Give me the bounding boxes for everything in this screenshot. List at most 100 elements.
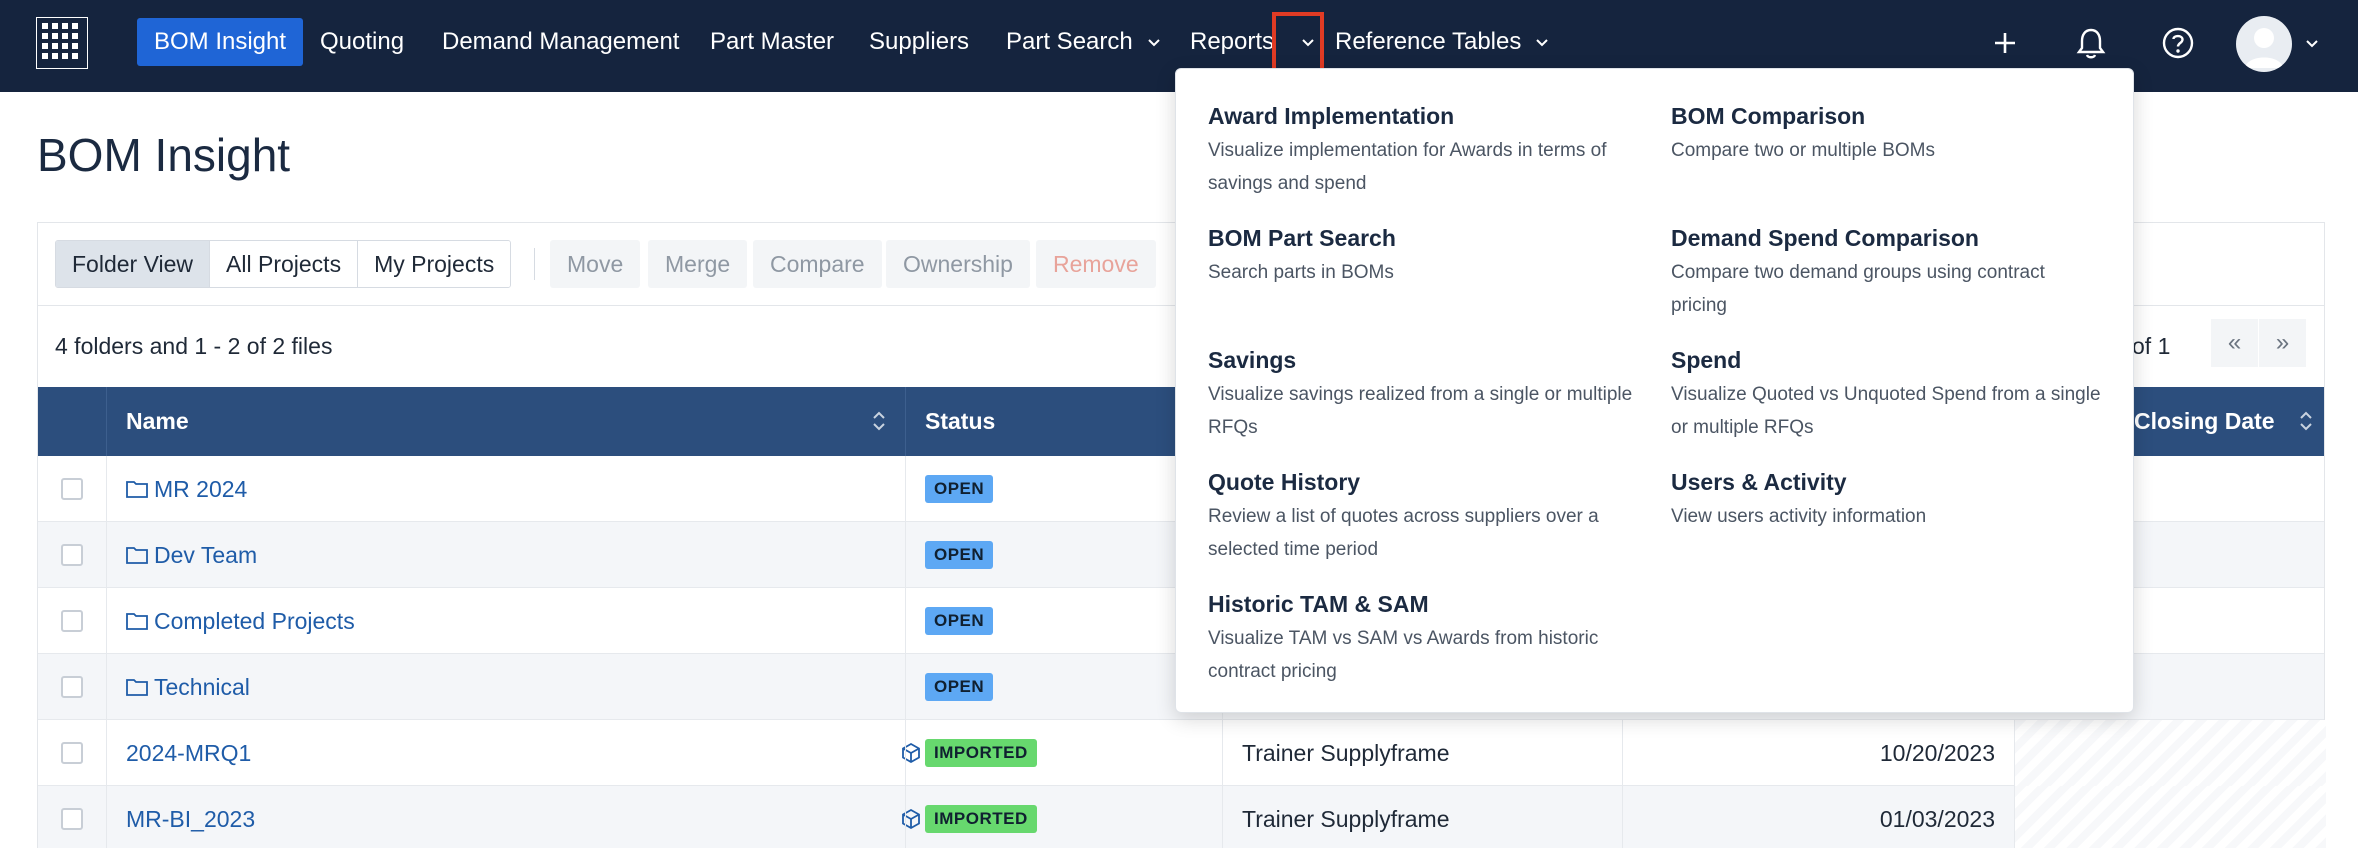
menu-item-bom-part-search[interactable]: BOM Part Search Search parts in BOMs [1208,223,1638,289]
reports-dropdown-menu: Award Implementation Visualize implement… [1175,68,2134,713]
name-cell: 2024-MRQ1 [106,720,920,786]
user-avatar-icon [2245,28,2283,68]
menu-item-title: BOM Comparison [1671,103,1866,129]
folder-icon [126,613,148,630]
row-select-cell [38,522,106,588]
date-cell: 10/20/2023 [1622,720,2014,786]
nav-part-master[interactable]: Part Master [710,18,834,66]
ownership-button[interactable]: Ownership [886,240,1030,288]
chevron-down-icon[interactable] [1299,33,1317,51]
row-checkbox[interactable] [61,808,83,830]
row-checkbox[interactable] [61,742,83,764]
owner-name: Trainer Supplyframe [1242,739,1450,766]
sort-icon[interactable] [871,410,887,432]
row-name: 2024-MRQ1 [126,739,252,766]
page-title: BOM Insight [37,129,291,181]
table-row[interactable]: 2024-MRQ1 IMPORTED Trainer Supplyframe 1… [38,720,2326,786]
folder-view-button[interactable]: Folder View [56,241,211,287]
merge-button[interactable]: Merge [648,240,748,288]
file-link[interactable]: 2024-MRQ1 [126,740,251,767]
my-projects-button[interactable]: My Projects [358,241,511,287]
chevron-down-icon [1148,39,1160,47]
row-name: Technical [154,673,250,700]
menu-item-description: Compare two demand groups using contract… [1671,262,2045,316]
compare-button[interactable]: Compare [753,240,882,288]
menu-item-description: Visualize TAM vs SAM vs Awards from hist… [1208,628,1599,682]
column-header-name-label: Name [126,408,189,434]
row-checkbox[interactable] [61,544,83,566]
chevron-down-icon [1536,39,1549,47]
nav-demand-management-label: Demand Management [442,28,680,55]
menu-item-bom-comparison[interactable]: BOM Comparison Compare two or multiple B… [1671,101,2101,167]
menu-item-description: Search parts in BOMs [1208,262,1394,283]
chevron-down-icon[interactable] [2302,33,2322,53]
nav-reports-label: Reports [1190,28,1275,55]
row-select-cell [38,456,106,522]
folder-link[interactable]: Technical [126,674,250,701]
owner-name: Trainer Supplyframe [1242,805,1450,832]
menu-item-historic-tam-sam[interactable]: Historic TAM & SAM Visualize TAM vs SAM … [1208,589,1638,688]
closing-date-cell [2014,786,2326,848]
menu-item-title: Spend [1671,347,1742,373]
menu-item-award-implementation[interactable]: Award Implementation Visualize implement… [1208,101,1638,200]
name-cell: Dev Team [106,522,905,588]
menu-item-savings[interactable]: Savings Visualize savings realized from … [1208,345,1638,444]
prev-page-button[interactable]: « [2211,319,2259,367]
status-badge: OPEN [925,541,994,569]
menu-item-title: Savings [1208,347,1297,373]
file-link[interactable]: MR-BI_2023 [126,806,255,833]
folder-link[interactable]: Completed Projects [126,608,355,635]
menu-item-description: Visualize Quoted vs Unquoted Spend from … [1671,384,2101,438]
row-name: Dev Team [154,541,258,568]
item-count-text: 4 folders and 1 - 2 of 2 files [55,333,333,359]
status-cell: IMPORTED [905,720,1222,786]
closing-date-cell [2014,720,2326,786]
nav-quoting[interactable]: Quoting [320,18,404,66]
column-header-closing-date[interactable]: Closing Date [2129,387,2326,456]
row-name: MR 2024 [154,475,248,502]
menu-item-description: Visualize implementation for Awards in t… [1208,140,1607,194]
nav-reference-tables[interactable]: Reference Tables [1335,18,1551,66]
folder-icon [126,547,148,564]
sort-icon[interactable] [2298,410,2314,432]
help-button[interactable] [2155,20,2201,66]
all-projects-button[interactable]: All Projects [210,241,359,287]
nav-suppliers[interactable]: Suppliers [869,18,969,66]
menu-item-users-activity[interactable]: Users & Activity View users activity inf… [1671,467,2101,533]
add-button[interactable] [1982,20,2028,66]
status-badge: IMPORTED [925,739,1037,767]
menu-item-demand-spend-comparison[interactable]: Demand Spend Comparison Compare two dema… [1671,223,2101,322]
nav-part-search-label: Part Search [1006,28,1133,55]
date-value: 01/03/2023 [1879,805,1995,832]
folder-link[interactable]: Dev Team [126,542,257,569]
row-select-cell [38,654,106,720]
nav-bom-insight[interactable]: BOM Insight [137,18,304,66]
date-cell: 01/03/2023 [1622,786,2014,848]
owner-cell: Trainer Supplyframe [1222,720,1622,786]
menu-item-description: View users activity information [1671,506,1927,527]
menu-item-title: Demand Spend Comparison [1671,225,1979,251]
remove-button[interactable]: Remove [1036,240,1156,288]
avatar[interactable] [2236,16,2292,72]
menu-item-quote-history[interactable]: Quote History Review a list of quotes ac… [1208,467,1638,566]
row-checkbox[interactable] [61,478,83,500]
nav-part-search[interactable]: Part Search [1006,18,1163,66]
menu-item-title: Award Implementation [1208,103,1455,129]
menu-item-description: Compare two or multiple BOMs [1671,140,1935,161]
move-button[interactable]: Move [550,240,641,288]
menu-item-spend[interactable]: Spend Visualize Quoted vs Unquoted Spend… [1671,345,2101,444]
folder-link[interactable]: MR 2024 [126,476,247,503]
grid-logo-icon[interactable] [36,17,88,69]
name-cell: MR 2024 [106,456,905,522]
table-row[interactable]: MR-BI_2023 IMPORTED Trainer Supplyframe … [38,786,2326,848]
nav-demand-management[interactable]: Demand Management [442,18,679,66]
row-checkbox[interactable] [61,676,83,698]
next-page-button[interactable]: » [2259,319,2307,367]
nav-reports[interactable]: Reports [1190,18,1317,66]
row-checkbox[interactable] [61,610,83,632]
nav-reference-tables-label: Reference Tables [1335,28,1522,55]
row-name: Completed Projects [154,607,355,634]
notifications-button[interactable] [2068,20,2114,66]
column-header-name[interactable]: Name [106,387,905,456]
name-cell: Completed Projects [106,588,905,654]
